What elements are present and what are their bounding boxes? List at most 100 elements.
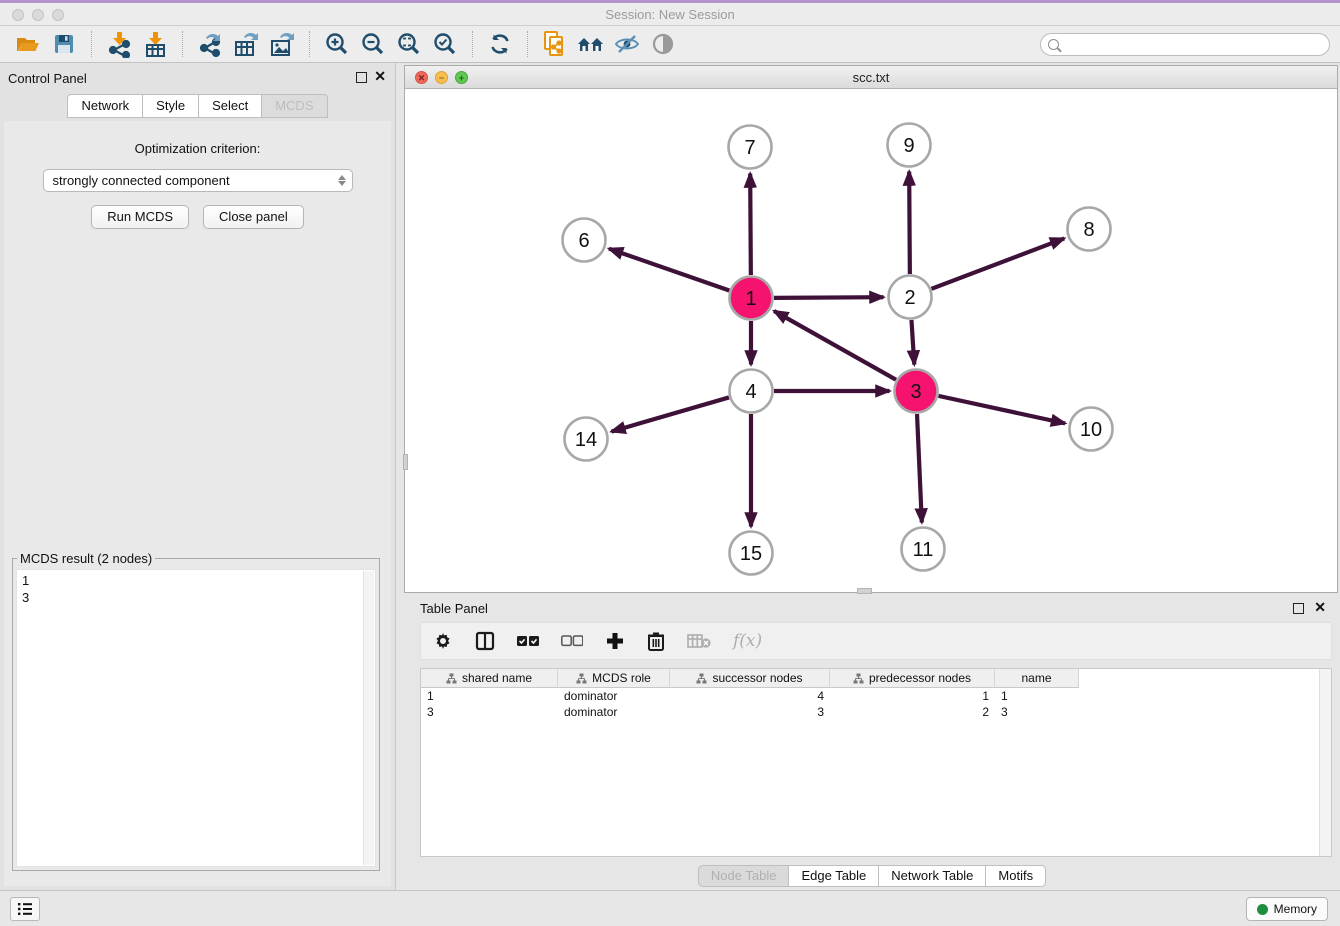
deselect-all-button[interactable] [561,635,583,647]
graph-edge-4-14[interactable] [611,397,728,431]
close-panel-button[interactable]: Close panel [203,205,304,229]
graph-node-1[interactable]: 1 [730,277,773,320]
zoom-out-button[interactable] [355,29,391,59]
select-all-button[interactable] [517,635,539,647]
node-table[interactable]: shared nameMCDS rolesuccessor nodesprede… [420,668,1332,857]
open-session-button[interactable] [10,29,46,59]
close-panel-icon[interactable]: ✕ [374,71,386,82]
memory-button[interactable]: Memory [1246,897,1328,921]
zoom-in-button[interactable] [319,29,355,59]
float-table-panel-icon[interactable] [1293,603,1304,614]
create-column-button[interactable] [605,631,625,651]
save-floppy-icon [52,32,76,56]
graph-edge-3-1[interactable] [774,311,896,380]
graph-svg[interactable]: 7 9 6 8 1 2 4 3 14 10 15 11 [405,89,1337,592]
column-header-MCDS-role[interactable]: MCDS role [558,669,670,688]
graph-edge-1-6[interactable] [609,249,729,291]
graph-edge-3-10[interactable] [938,396,1065,423]
graph-node-4[interactable]: 4 [730,370,773,413]
export-network-button[interactable] [192,29,228,59]
graph-edge-2-3[interactable] [911,320,914,365]
graph-edge-2-9[interactable] [909,171,910,274]
table-cell[interactable]: 3 [670,704,830,720]
table-cell[interactable]: 4 [670,688,830,704]
save-session-button[interactable] [46,29,82,59]
graph-edge-1-2[interactable] [774,297,884,298]
graph-edge-1-7[interactable] [750,173,751,275]
main-toolbar [0,26,1340,63]
control-panel: Control Panel ✕ NetworkStyleSelectMCDS O… [0,63,396,890]
titlebar: Session: New Session [0,0,1340,26]
tab-edge-table[interactable]: Edge Table [789,865,879,887]
tab-motifs[interactable]: Motifs [986,865,1046,887]
function-builder-button[interactable]: f(x) [733,631,762,651]
run-mcds-button[interactable]: Run MCDS [91,205,189,229]
graph-node-label: 3 [910,381,921,403]
graph-node-11[interactable]: 11 [902,528,945,571]
zoom-selected-button[interactable] [427,29,463,59]
column-header-predecessor-nodes[interactable]: predecessor nodes [830,669,995,688]
network-canvas[interactable]: 7 9 6 8 1 2 4 3 14 10 15 11 [405,89,1337,592]
toolbar-separator [472,31,473,57]
table-cell[interactable]: 1 [995,688,1079,704]
import-table-button[interactable] [137,29,173,59]
tab-network[interactable]: Network [67,94,143,118]
import-network-button[interactable] [101,29,137,59]
table-cell[interactable]: 2 [830,704,995,720]
table-cell[interactable]: 1 [421,688,558,704]
graph-node-6[interactable]: 6 [563,219,606,262]
graph-node-3[interactable]: 3 [895,370,938,413]
export-table-button[interactable] [228,29,264,59]
optimization-criterion-select[interactable]: strongly connected component [43,169,353,192]
graph-node-label: 4 [745,381,756,403]
delete-columns-button[interactable] [647,631,665,651]
refresh-button[interactable] [482,29,518,59]
zoom-fit-button[interactable] [391,29,427,59]
horizontal-splitter-grip[interactable] [857,588,872,594]
tab-select[interactable]: Select [199,94,262,118]
export-image-button[interactable] [264,29,300,59]
graph-node-15[interactable]: 15 [730,532,773,575]
mcds-result-title: MCDS result (2 nodes) [17,551,155,566]
close-table-panel-icon[interactable]: ✕ [1314,602,1326,613]
unchecked-boxes-icon [561,635,583,647]
show-columns-button[interactable] [475,631,495,651]
delete-table-button[interactable] [687,633,711,649]
float-panel-icon[interactable] [356,72,367,83]
graph-node-9[interactable]: 9 [888,124,931,167]
tab-mcds[interactable]: MCDS [262,94,327,118]
table-row[interactable]: 1dominator411 [421,688,1331,704]
first-neighbors-button[interactable] [573,29,609,59]
graph-node-14[interactable]: 14 [565,418,608,461]
graph-node-7[interactable]: 7 [729,126,772,169]
window-title: Session: New Session [0,7,1340,22]
mcds-result-box[interactable]: 1 3 [16,569,376,867]
graph-edge-2-8[interactable] [932,238,1065,288]
column-header-shared-name[interactable]: shared name [421,669,558,688]
table-settings-button[interactable] [433,631,453,651]
search-input[interactable] [1063,36,1329,54]
tab-style[interactable]: Style [143,94,199,118]
tab-node-table[interactable]: Node Table [698,865,790,887]
table-cell[interactable]: 3 [421,704,558,720]
column-header-name[interactable]: name [995,669,1079,688]
table-cell[interactable]: 1 [830,688,995,704]
hide-details-button[interactable] [609,29,645,59]
task-history-button[interactable] [10,897,40,921]
show-details-button[interactable] [645,29,681,59]
graph-node-8[interactable]: 8 [1068,208,1111,251]
zoom-in-icon [324,31,350,57]
table-cell[interactable]: 3 [995,704,1079,720]
table-cell[interactable]: dominator [558,688,670,704]
graph-edge-3-11[interactable] [917,414,922,523]
mcds-result-scrollbar[interactable] [363,571,374,865]
tab-network-table[interactable]: Network Table [879,865,986,887]
graph-node-10[interactable]: 10 [1070,408,1113,451]
column-header-successor-nodes[interactable]: successor nodes [670,669,830,688]
vertical-splitter-grip[interactable] [403,454,408,470]
table-cell[interactable]: dominator [558,704,670,720]
graph-node-2[interactable]: 2 [889,276,932,319]
table-row[interactable]: 3dominator323 [421,704,1331,720]
copy-network-button[interactable] [537,29,573,59]
table-scrollbar[interactable] [1319,669,1331,856]
